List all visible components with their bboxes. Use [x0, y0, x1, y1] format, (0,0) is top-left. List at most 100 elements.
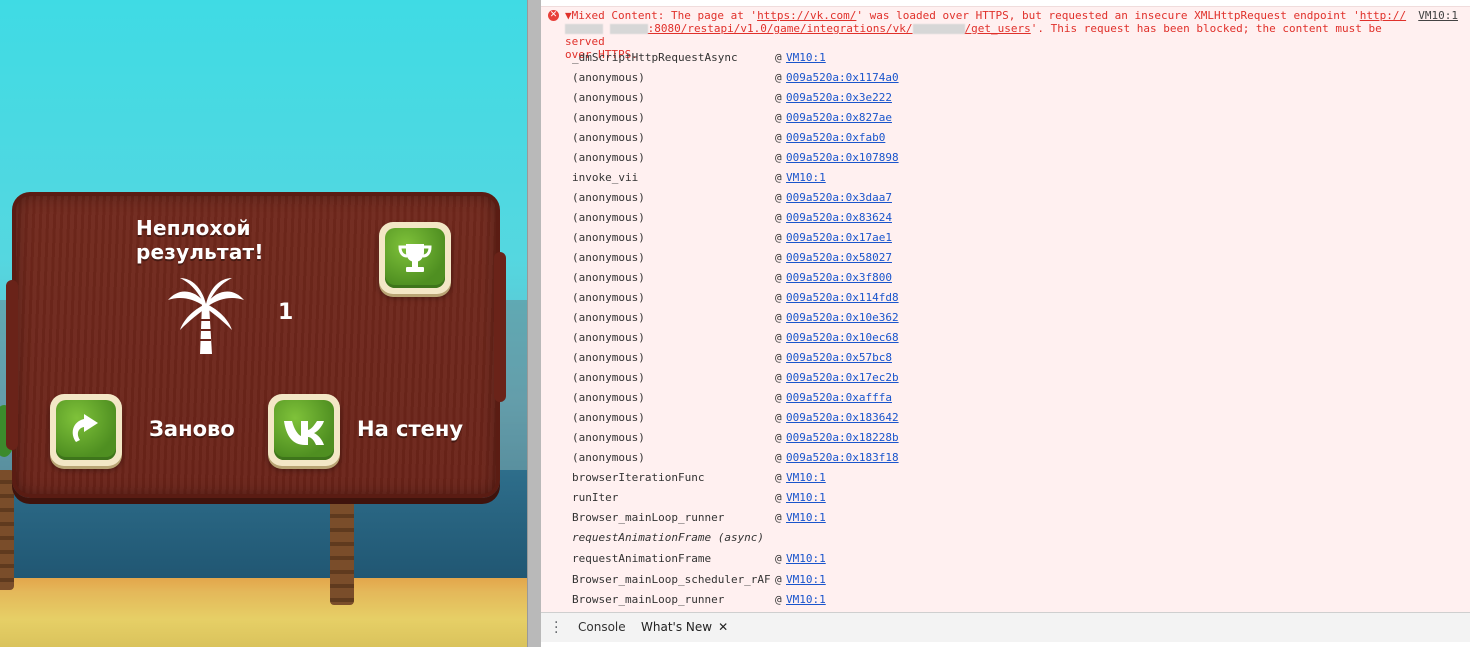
frame-source-link[interactable]: VM10:1: [786, 573, 826, 586]
stack-frame: (anonymous) @009a520a:0xafffa: [572, 391, 1272, 411]
page-url-link[interactable]: https://vk.com/: [757, 9, 856, 22]
frame-function-name: (anonymous): [572, 431, 645, 444]
restart-button[interactable]: [50, 394, 122, 466]
frame-at-sign: @: [775, 231, 782, 244]
redacted-host: [565, 24, 603, 34]
stack-frame: (anonymous) @009a520a:0x10e362: [572, 311, 1272, 331]
stack-frame: (anonymous) @009a520a:0x18228b: [572, 431, 1272, 451]
frame-source-link[interactable]: 009a520a:0x58027: [786, 251, 892, 264]
frame-source-link[interactable]: 009a520a:0x107898: [786, 151, 899, 164]
frame-function-name: requestAnimationFrame (async): [572, 531, 765, 544]
leaderboard-button[interactable]: [379, 222, 451, 294]
frame-source-link[interactable]: 009a520a:0x10ec68: [786, 331, 899, 344]
stack-frame: (anonymous) @009a520a:0x3f800: [572, 271, 1272, 291]
panel-splitter[interactable]: [527, 0, 542, 647]
restart-label[interactable]: Заново: [149, 417, 235, 441]
palm-tree-icon: [166, 274, 246, 356]
stack-frame: (anonymous) @009a520a:0x17ec2b: [572, 371, 1272, 391]
stack-frame: _dmScriptHttpRequestAsync @ VM10:1: [572, 51, 1272, 71]
endpoint-path-link[interactable]: :8080/restapi/v1.0/game/integrations/vk/: [648, 22, 913, 35]
tab-console[interactable]: Console: [570, 613, 634, 642]
frame-source-link[interactable]: VM10:1: [786, 552, 826, 565]
frame-at-sign: @: [775, 211, 782, 224]
frame-function-name: (anonymous): [572, 311, 645, 324]
frame-at-sign: @: [775, 131, 782, 144]
frame-at-sign: @: [775, 171, 782, 184]
frame-source-link[interactable]: VM10:1: [786, 51, 826, 64]
frame-source-link[interactable]: 009a520a:0x827ae: [786, 111, 892, 124]
frame-at-sign: @: [775, 51, 782, 64]
frame-function-name: browserIterationFunc: [572, 471, 705, 484]
stack-frame: Browser_mainLoop_scheduler_rAF @ VM10:1: [572, 573, 1272, 593]
stack-frame: runIter @ VM10:1: [572, 491, 1272, 511]
stack-frame: (anonymous) @009a520a:0x17ae1: [572, 231, 1272, 251]
frame-function-name: Browser_mainLoop_runner: [572, 593, 725, 606]
frame-source-link[interactable]: VM10:1: [786, 491, 826, 504]
frame-at-sign: @: [775, 71, 782, 84]
frame-source-link[interactable]: 009a520a:0x183642: [786, 411, 899, 424]
stack-frame: Browser_mainLoop_runner @ VM10:1: [572, 511, 1272, 531]
frame-source-link[interactable]: VM10:1: [786, 171, 826, 184]
frame-function-name: invoke_vii: [572, 171, 639, 184]
frame-at-sign: @: [775, 191, 782, 204]
frame-function-name: (anonymous): [572, 271, 645, 284]
stack-frame: (anonymous) @009a520a:0x83624: [572, 211, 1272, 231]
palm-trunk-left: [0, 470, 14, 590]
frame-function-name: Browser_mainLoop_scheduler_rAF: [572, 573, 771, 586]
frame-source-link[interactable]: 009a520a:0x1174a0: [786, 71, 899, 84]
frame-source-link[interactable]: 009a520a:0x3daa7: [786, 191, 892, 204]
frame-at-sign: @: [775, 451, 782, 464]
frame-at-sign: @: [775, 511, 782, 524]
share-vk-button[interactable]: [268, 394, 340, 466]
frame-source-link[interactable]: VM10:1: [786, 593, 826, 606]
frame-at-sign: @: [775, 593, 782, 606]
stack-frame: (anonymous) @009a520a:0x10ec68: [572, 331, 1272, 351]
frame-source-link[interactable]: 009a520a:0xfab0: [786, 131, 885, 144]
frame-function-name: (anonymous): [572, 391, 645, 404]
frame-at-sign: @: [775, 411, 782, 424]
frame-function-name: (anonymous): [572, 371, 645, 384]
drawer-toolbar: · · · Console What's New ✕: [541, 612, 1470, 644]
frame-source-link[interactable]: 009a520a:0x114fd8: [786, 291, 899, 304]
frame-source-link[interactable]: 009a520a:0x3f800: [786, 271, 892, 284]
stack-frame: (anonymous) @009a520a:0x183642: [572, 411, 1272, 431]
frame-at-sign: @: [775, 351, 782, 364]
frame-source-link[interactable]: 009a520a:0x17ec2b: [786, 371, 899, 384]
endpoint-link[interactable]: http://: [1360, 9, 1406, 22]
endpoint-end-link[interactable]: /get_users: [965, 22, 1031, 35]
frame-source-link[interactable]: 009a520a:0xafffa: [786, 391, 892, 404]
tab-whats-new[interactable]: What's New ✕: [633, 613, 737, 644]
frame-function-name: (anonymous): [572, 231, 645, 244]
frame-source-link[interactable]: 009a520a:0x83624: [786, 211, 892, 224]
frame-source-link[interactable]: 009a520a:0x10e362: [786, 311, 899, 324]
frame-at-sign: @: [775, 151, 782, 164]
frame-source-link[interactable]: 009a520a:0x18228b: [786, 431, 899, 444]
stack-frame: browserIterationFunc @ VM10:1: [572, 471, 1272, 491]
redacted-host: [609, 24, 648, 34]
frame-source-link[interactable]: 009a520a:0x17ae1: [786, 231, 892, 244]
frame-source-link[interactable]: 009a520a:0x3e222: [786, 91, 892, 104]
frame-at-sign: @: [775, 271, 782, 284]
frame-source-link[interactable]: VM10:1: [786, 471, 826, 484]
frame-source-link[interactable]: VM10:1: [786, 511, 826, 524]
game-canvas[interactable]: Неплохой результат! 1 Заново На стену: [0, 0, 527, 647]
stack-frame: (anonymous) @009a520a:0x58027: [572, 251, 1272, 271]
restart-arrow-icon: [56, 400, 116, 460]
async-separator: requestAnimationFrame (async): [572, 531, 1272, 551]
frame-source-link[interactable]: 009a520a:0x57bc8: [786, 351, 892, 364]
share-label[interactable]: На стену: [357, 417, 463, 441]
frame-at-sign: @: [775, 491, 782, 504]
frame-at-sign: @: [775, 391, 782, 404]
stack-frame: (anonymous) @009a520a:0xfab0: [572, 131, 1272, 151]
error-text-prefix: Mixed Content: The page at ': [571, 9, 758, 22]
frame-function-name: (anonymous): [572, 91, 645, 104]
frame-function-name: (anonymous): [572, 191, 645, 204]
expand-triangle-icon[interactable]: ▼: [565, 9, 572, 22]
more-options-icon[interactable]: · · ·: [554, 616, 558, 640]
frame-function-name: runIter: [572, 491, 619, 504]
frame-at-sign: @: [775, 311, 782, 324]
previous-message-edge: [541, 0, 1470, 7]
close-tab-icon[interactable]: ✕: [718, 620, 728, 634]
frame-at-sign: @: [775, 431, 782, 444]
frame-source-link[interactable]: 009a520a:0x183f18: [786, 451, 899, 464]
